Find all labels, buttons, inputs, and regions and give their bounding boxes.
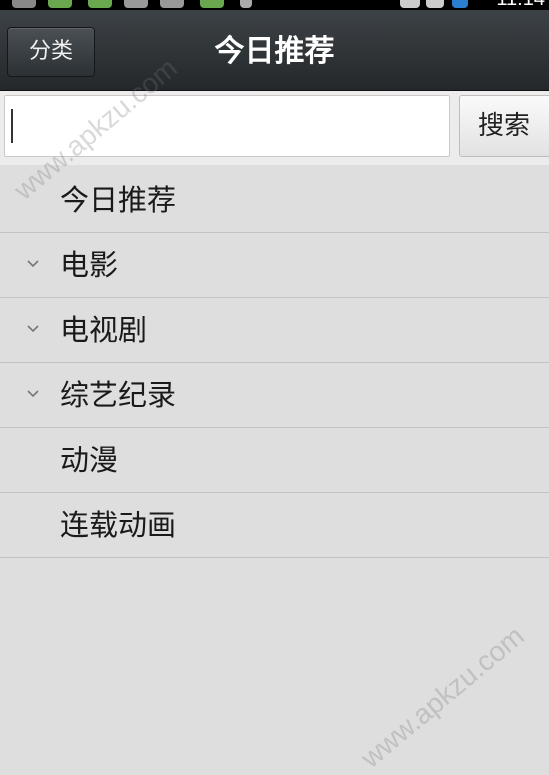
category-item-label: 综艺纪录	[60, 378, 177, 412]
category-item[interactable]: 动漫	[0, 428, 549, 493]
status-clock: 11:14	[496, 0, 545, 10]
app-icon	[200, 0, 224, 8]
chevron-down-icon	[27, 390, 39, 398]
category-item-label: 连载动画	[60, 508, 177, 542]
status-bar: 11:14	[0, 0, 549, 10]
category-item-label: 动漫	[60, 443, 119, 477]
search-button[interactable]: 搜索	[459, 95, 549, 157]
app-icon	[48, 0, 72, 8]
download-icon	[240, 0, 252, 8]
category-item[interactable]: 电影	[0, 233, 549, 298]
signal-icon	[426, 0, 444, 8]
category-item-label: 今日推荐	[60, 183, 177, 217]
category-item[interactable]: 连载动画	[0, 493, 549, 558]
action-bar: 分类 今日推荐	[0, 10, 549, 91]
battery-icon	[452, 0, 468, 8]
image-icon	[160, 0, 184, 8]
category-list: 今日推荐电影电视剧综艺纪录动漫连载动画	[0, 168, 549, 558]
image-icon	[124, 0, 148, 8]
category-item[interactable]: 综艺纪录	[0, 363, 549, 428]
app-icon	[88, 0, 112, 8]
category-item-label: 电视剧	[60, 313, 148, 347]
chevron-down-icon	[27, 260, 39, 268]
category-item[interactable]: 今日推荐	[0, 168, 549, 233]
wifi-icon	[400, 0, 420, 8]
text-caret	[11, 109, 13, 143]
chevron-down-icon	[27, 325, 39, 333]
search-icon	[12, 0, 36, 8]
category-item[interactable]: 电视剧	[0, 298, 549, 363]
page-title: 今日推荐	[214, 34, 335, 69]
category-item-label: 电影	[60, 248, 119, 282]
watermark: www.apkzu.com	[355, 619, 530, 774]
